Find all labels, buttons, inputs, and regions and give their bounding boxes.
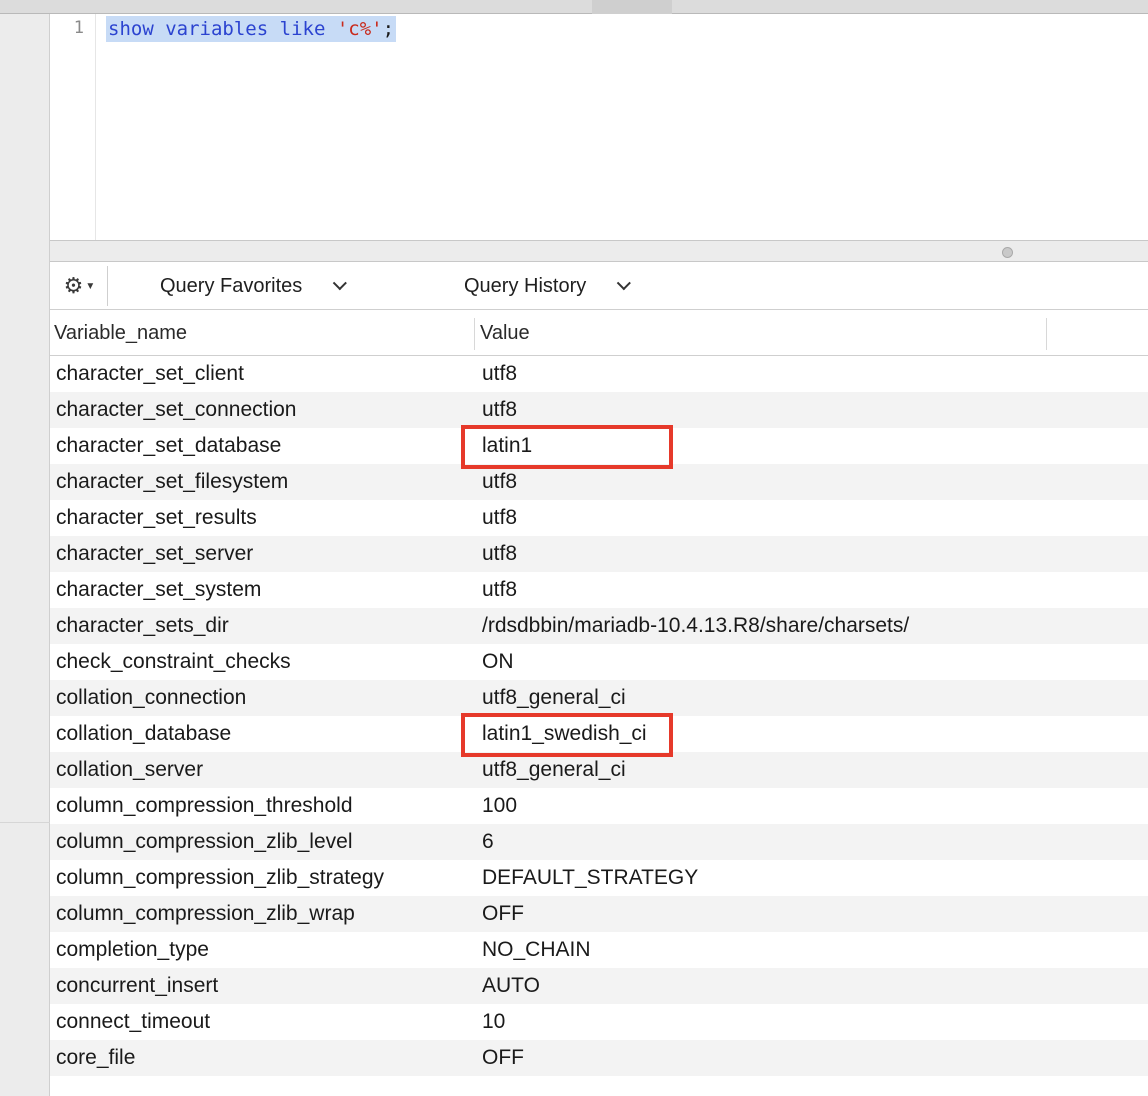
query-favorites-button[interactable]: Query Favorites: [160, 270, 348, 302]
query-history-label: Query History: [464, 274, 587, 297]
tab-query[interactable]: [592, 0, 672, 14]
cell-value: 6: [482, 830, 494, 853]
table-row[interactable]: core_file OFF: [50, 1040, 1148, 1076]
table-body: character_set_client utf8 character_set_co…: [50, 356, 1148, 1076]
cell-variable-name: character_set_results: [56, 506, 257, 529]
cell-value: utf8: [482, 578, 518, 601]
table-row[interactable]: column_compression_zlib_level 6: [50, 824, 1148, 860]
table-row[interactable]: collation_database latin1_swedish_ci: [50, 716, 1148, 752]
cell-value: utf8: [482, 470, 518, 493]
cell-value: ON: [482, 650, 514, 673]
cell-value: DEFAULT_STRATEGY: [482, 866, 699, 889]
table-row[interactable]: check_constraint_checks ON: [50, 644, 1148, 680]
cell-value: 10: [482, 1010, 506, 1033]
statement-terminator: ;: [382, 18, 395, 40]
tab-strip: [0, 0, 1148, 14]
table-row[interactable]: character_set_client utf8: [50, 356, 1148, 392]
cell-variable-name: check_constraint_checks: [56, 650, 291, 673]
table-row[interactable]: character_set_connection utf8: [50, 392, 1148, 428]
line-number: 1: [73, 18, 84, 38]
cell-variable-name: column_compression_threshold: [56, 794, 353, 817]
cell-variable-name: column_compression_zlib_strategy: [56, 866, 384, 889]
keyword-like: like: [279, 18, 326, 40]
cell-variable-name: core_file: [56, 1046, 136, 1069]
table-row[interactable]: character_set_server utf8: [50, 536, 1148, 572]
cell-variable-name: character_set_system: [56, 578, 262, 601]
cell-value: latin1: [482, 434, 533, 457]
left-sidebar: [0, 14, 50, 1096]
cell-value: utf8: [482, 398, 518, 421]
cell-variable-name: column_compression_zlib_level: [56, 830, 353, 853]
selected-query-text[interactable]: show variables like 'c%';: [106, 16, 397, 42]
table-row[interactable]: character_sets_dir/rdsdbbin/mariadb-10.4…: [50, 608, 1148, 644]
keyword-show: show: [108, 18, 154, 40]
pattern-string: 'c%': [336, 18, 383, 40]
chevron-down-icon: [617, 276, 632, 291]
column-header-variable-name[interactable]: Variable_name: [54, 310, 187, 356]
query-history-button[interactable]: Query History: [464, 270, 632, 302]
cell-value: AUTO: [482, 974, 540, 997]
keyword-variables: variables: [165, 18, 269, 40]
chevron-down-icon: [333, 276, 348, 291]
cell-variable-name: collation_database: [56, 722, 232, 745]
cell-variable-name: character_set_connection: [56, 398, 297, 421]
table-row[interactable]: concurrent_insert AUTO: [50, 968, 1148, 1004]
table-row[interactable]: collation_connection utf8_general_ci: [50, 680, 1148, 716]
cell-value: OFF: [482, 902, 524, 925]
table-row[interactable]: column_compression_threshold 100: [50, 788, 1148, 824]
cell-variable-name: character_set_filesystem: [56, 470, 289, 493]
gear-menu-button[interactable]: ⚙ ▼: [52, 266, 108, 306]
query-toolbar: ⚙ ▼ Query Favorites Query History: [50, 262, 1148, 310]
table-row[interactable]: column_compression_zlib_strategy DEFAULT_…: [50, 860, 1148, 896]
cell-variable-name: concurrent_insert: [56, 974, 219, 997]
table-row[interactable]: completion_type NO_CHAIN: [50, 932, 1148, 968]
table-row[interactable]: character_set_results utf8: [50, 500, 1148, 536]
table-row[interactable]: column_compression_zlib_wrap OFF: [50, 896, 1148, 932]
column-header-value[interactable]: Value: [480, 310, 530, 356]
table-row[interactable]: collation_server utf8_general_ci: [50, 752, 1148, 788]
cell-value: /rdsdbbin/mariadb-10.4.13.R8/share/chars…: [482, 614, 910, 637]
table-row[interactable]: connect_timeout 10: [50, 1004, 1148, 1040]
query-editor[interactable]: 1 show variables like 'c%';: [50, 14, 1148, 240]
cell-value: OFF: [482, 1046, 524, 1069]
cell-value: utf8: [482, 362, 518, 385]
column-resize-handle[interactable]: [1046, 318, 1047, 350]
cell-value: utf8_general_ci: [482, 758, 626, 781]
pane-splitter[interactable]: [50, 240, 1148, 262]
sidebar-divider: [0, 822, 50, 823]
line-gutter: 1: [50, 14, 96, 240]
results-table: Variable_name Value character_set_client…: [50, 310, 1148, 1096]
cell-variable-name: collation_server: [56, 758, 204, 781]
table-header: Variable_name Value: [50, 310, 1148, 356]
cell-variable-name: column_compression_zlib_wrap: [56, 902, 355, 925]
table-row[interactable]: character_set_filesystem utf8: [50, 464, 1148, 500]
query-favorites-label: Query Favorites: [160, 274, 303, 297]
cell-variable-name: collation_connection: [56, 686, 247, 709]
column-resize-handle[interactable]: [474, 318, 475, 350]
gear-icon: ⚙: [63, 273, 84, 298]
cell-variable-name: character_set_server: [56, 542, 254, 565]
cell-variable-name: completion_type: [56, 938, 209, 961]
splitter-grip[interactable]: [1002, 247, 1013, 258]
cell-variable-name: character_sets_dir: [56, 614, 229, 637]
table-row[interactable]: character_set_database latin1: [50, 428, 1148, 464]
cell-value: utf8_general_ci: [482, 686, 626, 709]
cell-value: latin1_swedish_ci: [482, 722, 647, 745]
cell-value: NO_CHAIN: [482, 938, 591, 961]
cell-value: utf8: [482, 506, 518, 529]
caret-down-icon: ▼: [85, 280, 96, 292]
cell-variable-name: connect_timeout: [56, 1010, 211, 1033]
cell-value: 100: [482, 794, 518, 817]
cell-variable-name: character_set_client: [56, 362, 244, 385]
cell-variable-name: character_set_database: [56, 434, 282, 457]
cell-value: utf8: [482, 542, 518, 565]
table-row[interactable]: character_set_system utf8: [50, 572, 1148, 608]
